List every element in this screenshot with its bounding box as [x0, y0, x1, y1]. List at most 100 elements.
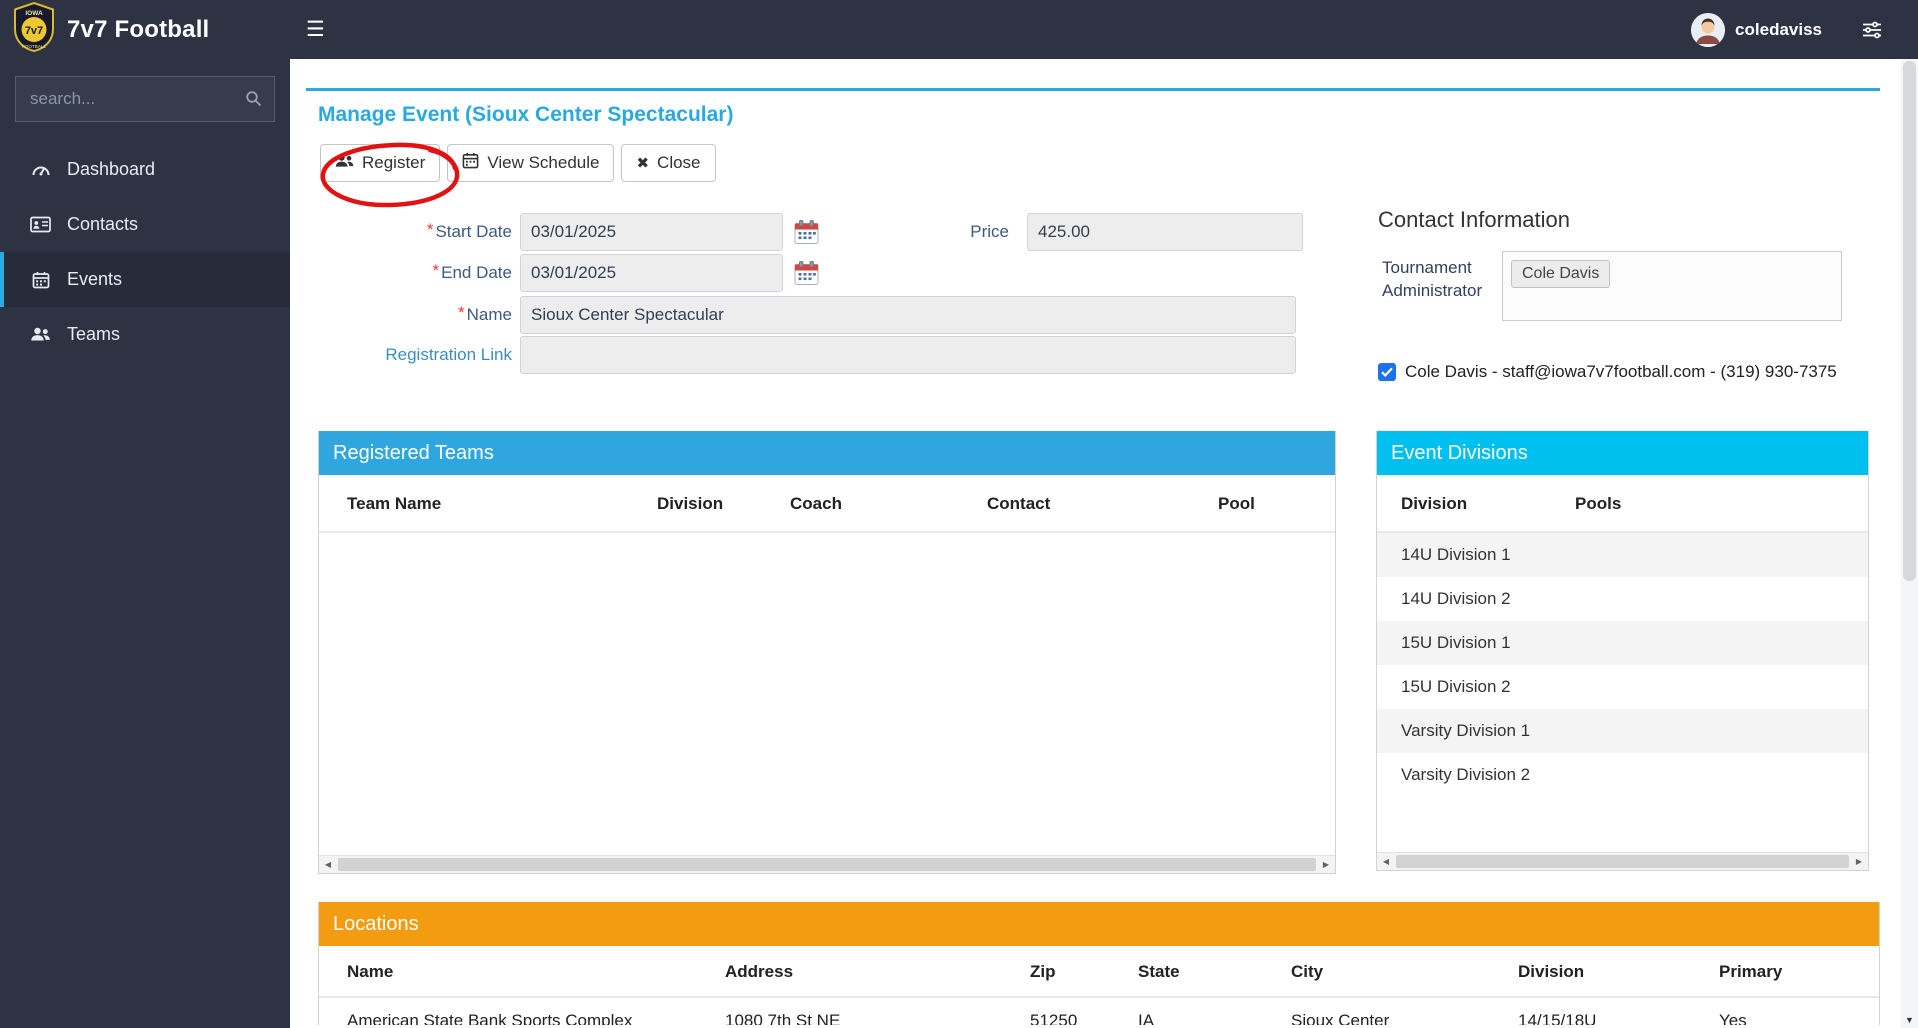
cell-address: 1080 7th St NE — [725, 1011, 840, 1025]
view-schedule-button-label: View Schedule — [487, 153, 599, 173]
division-row[interactable]: Varsity Division 2 — [1377, 753, 1868, 797]
required-marker: * — [458, 303, 465, 322]
brand[interactable]: IOWA 7v7 FOOTBALL 7v7 Football — [0, 0, 290, 59]
scrollbar-thumb[interactable] — [1903, 61, 1916, 581]
name-label: *Name — [306, 305, 520, 325]
registered-teams-header: Registered Teams — [319, 431, 1335, 475]
scroll-down-arrow-icon[interactable]: ▼ — [1901, 1011, 1918, 1028]
scroll-right-arrow-icon[interactable]: ▶ — [1317, 856, 1335, 873]
close-button-label: Close — [657, 153, 700, 173]
column-header-coach: Coach — [790, 475, 842, 533]
locations-panel: Locations Name Address Zip State City Di… — [318, 902, 1880, 1025]
scroll-left-arrow-icon[interactable]: ◀ — [1377, 853, 1395, 870]
column-header-city: City — [1291, 946, 1323, 998]
start-date-input[interactable] — [520, 213, 783, 251]
registration-link-row: Registration Link — [306, 336, 1296, 374]
page-vertical-scrollbar[interactable]: ▼ — [1901, 59, 1918, 1028]
iowa-7v7-logo-icon: IOWA 7v7 FOOTBALL — [12, 2, 56, 57]
table-row[interactable]: American State Bank Sports Complex 1080 … — [319, 998, 1879, 1025]
sidebar-item-label: Dashboard — [67, 159, 155, 180]
column-header-division: Division — [1401, 475, 1467, 533]
price-input[interactable] — [1027, 213, 1303, 251]
sidebar-item-label: Contacts — [67, 214, 138, 235]
name-row: *Name — [306, 296, 1296, 334]
view-schedule-button[interactable]: View Schedule — [447, 144, 614, 182]
search-icon[interactable] — [245, 90, 262, 112]
register-button-label: Register — [362, 153, 425, 173]
cell-primary: Yes — [1719, 1011, 1747, 1025]
event-divisions-list: 14U Division 1 14U Division 2 15U Divisi… — [1377, 533, 1868, 797]
column-header-team-name: Team Name — [347, 475, 441, 533]
avatar[interactable] — [1691, 13, 1725, 47]
end-date-calendar-picker-icon[interactable] — [793, 260, 820, 287]
event-divisions-header: Event Divisions — [1377, 431, 1868, 475]
close-button[interactable]: ✖ Close — [621, 144, 715, 182]
column-header-contact: Contact — [987, 475, 1050, 533]
registered-teams-horizontal-scrollbar[interactable]: ◀ ▶ — [319, 855, 1335, 873]
event-divisions-empty-space — [1377, 797, 1868, 852]
start-date-label: *Start Date — [306, 222, 520, 242]
event-divisions-column-headers: Division Pools — [1377, 475, 1868, 533]
column-header-state: State — [1138, 946, 1180, 998]
svg-text:FOOTBALL: FOOTBALL — [22, 44, 46, 49]
sidebar-item-events[interactable]: Events — [0, 252, 290, 307]
event-divisions-horizontal-scrollbar[interactable]: ◀ ▶ — [1377, 852, 1868, 870]
division-row[interactable]: 14U Division 2 — [1377, 577, 1868, 621]
registered-teams-column-headers: Team Name Division Coach Contact Pool — [319, 475, 1335, 533]
column-header-address: Address — [725, 946, 793, 998]
main-area: Manage Event (Sioux Center Spectacular) — [290, 59, 1901, 1028]
register-button[interactable]: Register — [320, 144, 440, 182]
sidebar-toggle-hamburger-icon[interactable]: ☰ — [306, 19, 325, 40]
registration-link-input[interactable] — [520, 336, 1296, 374]
administrator-chip[interactable]: Cole Davis — [1511, 260, 1610, 288]
cell-name: American State Bank Sports Complex — [347, 1011, 632, 1025]
required-marker: * — [427, 220, 434, 239]
user-menu: coledaviss — [1691, 13, 1882, 47]
top-navbar: IOWA 7v7 FOOTBALL 7v7 Football ☰ coledav… — [0, 0, 1918, 59]
manage-event-panel: Manage Event (Sioux Center Spectacular) — [306, 88, 1880, 1025]
scrollbar-thumb[interactable] — [338, 858, 1316, 871]
scroll-right-arrow-icon[interactable]: ▶ — [1850, 853, 1868, 870]
settings-sliders-icon[interactable] — [1862, 21, 1882, 39]
sidebar-search — [15, 76, 275, 122]
username[interactable]: coledaviss — [1735, 20, 1822, 40]
division-row[interactable]: 15U Division 1 — [1377, 621, 1868, 665]
column-header-zip: Zip — [1030, 946, 1056, 998]
end-date-label: *End Date — [306, 263, 520, 283]
start-date-row: *Start Date — [306, 213, 820, 251]
sidebar: Dashboard Contacts — [0, 59, 290, 1028]
cell-zip: 51250 — [1030, 1011, 1077, 1025]
sidebar-item-teams[interactable]: Teams — [0, 307, 290, 362]
search-input[interactable] — [15, 76, 275, 122]
scroll-left-arrow-icon[interactable]: ◀ — [319, 856, 337, 873]
cell-city: Sioux Center — [1291, 1011, 1389, 1025]
sidebar-menu: Dashboard Contacts — [0, 142, 290, 362]
event-action-buttons: Register — [320, 144, 716, 182]
contacts-id-card-icon — [29, 216, 52, 233]
event-divisions-panel: Event Divisions Division Pools 14U Divis… — [1376, 431, 1869, 871]
page-title: Manage Event (Sioux Center Spectacular) — [318, 103, 733, 127]
top-navbar-right: ☰ coledaviss — [290, 0, 1918, 59]
sidebar-item-contacts[interactable]: Contacts — [0, 197, 290, 252]
division-row[interactable]: 14U Division 1 — [1377, 533, 1868, 577]
price-label: Price — [876, 213, 1018, 251]
sidebar-item-dashboard[interactable]: Dashboard — [0, 142, 290, 197]
brand-title: 7v7 Football — [67, 16, 209, 44]
svg-text:7v7: 7v7 — [25, 25, 43, 37]
sidebar-item-label: Events — [67, 269, 122, 290]
locations-column-headers: Name Address Zip State City Division Pri… — [319, 946, 1879, 998]
contact-information-title: Contact Information — [1378, 207, 1570, 233]
end-date-input[interactable] — [520, 254, 783, 292]
division-row[interactable]: 15U Division 2 — [1377, 665, 1868, 709]
registration-link-label: Registration Link — [306, 345, 520, 365]
calendar-icon — [462, 152, 479, 174]
division-row[interactable]: Varsity Division 1 — [1377, 709, 1868, 753]
scrollbar-thumb[interactable] — [1396, 855, 1849, 868]
dashboard-icon — [29, 161, 52, 179]
tournament-administrator-box[interactable]: Cole Davis — [1502, 251, 1842, 321]
contact-checkbox-row: Cole Davis - staff@iowa7v7football.com -… — [1378, 362, 1837, 382]
column-header-division: Division — [1518, 946, 1584, 998]
contact-checkbox[interactable] — [1378, 363, 1396, 381]
start-date-calendar-picker-icon[interactable] — [793, 219, 820, 246]
event-name-input[interactable] — [520, 296, 1296, 334]
